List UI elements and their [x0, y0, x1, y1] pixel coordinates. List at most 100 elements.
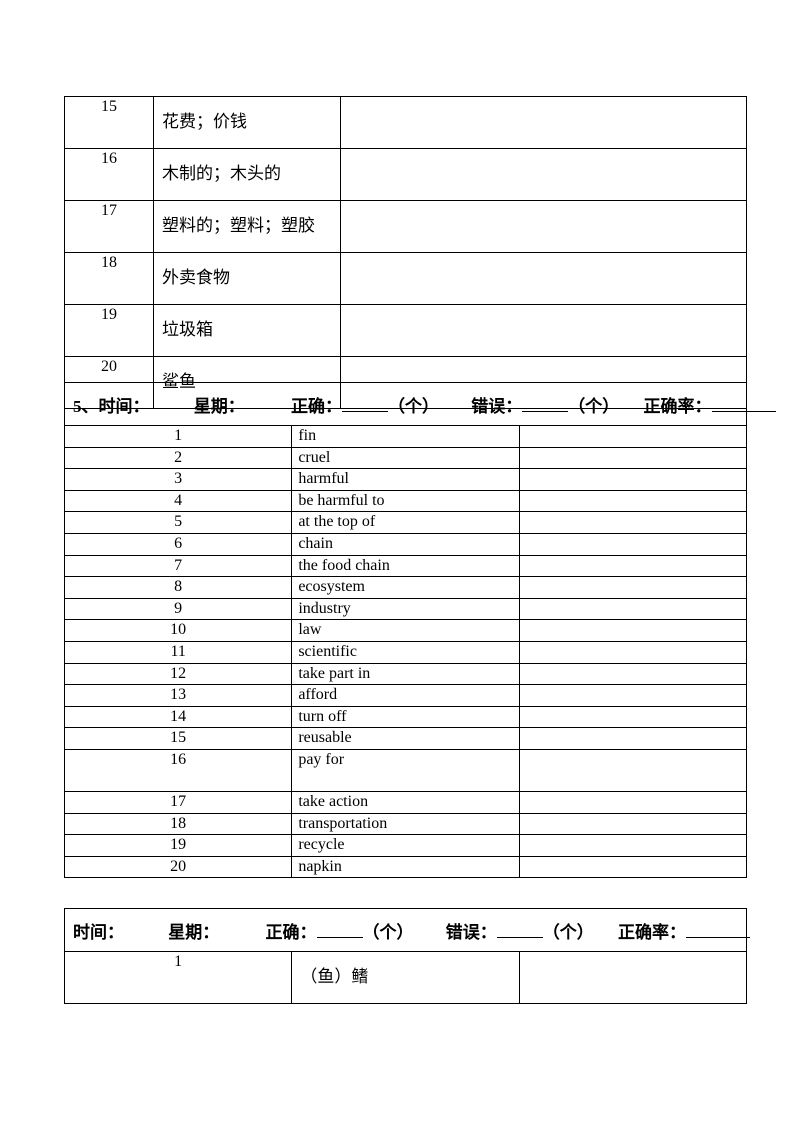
vocab-word: scientific — [291, 640, 520, 664]
vocab-word: （鱼）鳍 — [291, 951, 520, 1004]
answer-cell[interactable] — [518, 532, 748, 556]
answer-cell[interactable] — [340, 252, 747, 305]
item-number: 6 — [63, 532, 293, 556]
table-row: 12 take part in — [63, 662, 748, 686]
correct-label: 正确： — [265, 922, 317, 942]
item-number: 13 — [63, 684, 293, 707]
correct-count-blank[interactable] — [342, 397, 388, 412]
answer-cell[interactable] — [518, 855, 748, 879]
answer-cell[interactable] — [518, 425, 748, 448]
answer-cell[interactable] — [518, 446, 748, 470]
wrong-unit: （个） — [542, 922, 594, 942]
table-row: 3 harmful — [63, 468, 748, 491]
vocab-word: 塑料的；塑料；塑胶 — [153, 200, 341, 253]
answer-cell[interactable] — [518, 576, 748, 599]
table-row: 5 at the top of — [63, 511, 748, 534]
answer-cell[interactable] — [518, 640, 748, 664]
vocab-word: afford — [291, 684, 520, 707]
answer-cell[interactable] — [340, 148, 747, 201]
item-number: 17 — [63, 790, 293, 814]
table-row: 10 law — [63, 619, 748, 642]
answer-cell[interactable] — [518, 554, 748, 578]
answer-cell[interactable] — [518, 468, 748, 491]
answer-cell[interactable] — [518, 705, 748, 729]
table-row: 6 chain — [63, 532, 748, 556]
answer-cell[interactable] — [518, 812, 748, 836]
correct-unit: （个） — [362, 922, 414, 942]
item-number: 20 — [63, 855, 293, 879]
vocab-word: 外卖食物 — [153, 252, 341, 305]
vocab-table-chinese-continued: 15 花费；价钱 16 木制的；木头的 17 塑料的；塑料；塑胶 18 外卖食物 19 垃圾箱 20… — [64, 96, 747, 409]
item-number: 4 — [63, 489, 293, 513]
answer-cell[interactable] — [518, 489, 748, 513]
table-row: 19 recycle — [63, 834, 748, 857]
vocab-word: ecosystem — [291, 576, 520, 599]
vocab-word: recycle — [291, 834, 520, 857]
quiz-header: 时间： 星期： 正确： （个） 错误： （个） 正确率： — [64, 908, 750, 952]
table-row: 1 fin — [63, 425, 748, 448]
table-row: 17 塑料的；塑料；塑胶 — [64, 200, 747, 253]
item-number: 18 — [63, 812, 293, 836]
table-row: 9 industry — [63, 597, 748, 621]
item-number: 16 — [63, 748, 293, 792]
answer-cell[interactable] — [518, 748, 748, 792]
time-label: 时间： — [73, 922, 124, 942]
table-row: 20 napkin — [63, 855, 748, 879]
answer-cell[interactable] — [518, 511, 748, 534]
wrong-count-blank[interactable] — [496, 923, 543, 938]
answer-cell[interactable] — [340, 96, 747, 149]
table-row: 11 scientific — [63, 640, 748, 664]
answer-cell[interactable] — [340, 200, 747, 253]
answer-cell[interactable] — [518, 727, 748, 750]
vocab-word: the food chain — [291, 554, 520, 578]
table-row: 16 pay for — [63, 748, 748, 792]
answer-cell[interactable] — [518, 662, 748, 686]
table-row: 17 take action — [63, 790, 748, 814]
correct-unit: （个） — [388, 396, 439, 416]
table-row: 16 木制的；木头的 — [64, 148, 747, 201]
vocab-table-chinese-new: 时间： 星期： 正确： （个） 错误： （个） 正确率： 1 （鱼）鳍 — [63, 908, 750, 1004]
vocab-word: 垃圾箱 — [153, 304, 341, 357]
vocab-word: reusable — [291, 727, 520, 750]
answer-cell[interactable] — [340, 304, 747, 357]
item-number: 16 — [64, 148, 154, 201]
vocab-word: 花费；价钱 — [153, 96, 341, 149]
vocab-word: at the top of — [291, 511, 520, 534]
weekday-label: 星期： — [168, 922, 220, 942]
wrong-count-blank[interactable] — [522, 397, 569, 412]
item-number: 1 — [63, 425, 293, 448]
vocab-word: transportation — [291, 812, 520, 836]
answer-cell[interactable] — [518, 790, 748, 814]
item-number: 5 — [63, 511, 293, 534]
answer-cell[interactable] — [518, 684, 748, 707]
vocab-table-5-english: 5、时间： 星期： 正确： （个） 错误： （个） 正确率： 1 fin 2 cruel 3… — [63, 382, 776, 879]
answer-cell[interactable] — [518, 619, 748, 642]
item-number: 1 — [63, 951, 293, 1004]
vocab-word: napkin — [291, 855, 520, 879]
item-number: 19 — [63, 834, 293, 857]
table-row: 4 be harmful to — [63, 489, 748, 513]
answer-cell[interactable] — [518, 951, 748, 1004]
answer-cell[interactable] — [518, 597, 748, 621]
item-number: 11 — [63, 640, 293, 664]
vocab-word: fin — [291, 425, 520, 448]
table-row: 19 垃圾箱 — [64, 304, 747, 357]
table-row: 7 the food chain — [63, 554, 748, 578]
table-row: 13 afford — [63, 684, 748, 707]
wrong-unit: （个） — [568, 396, 620, 416]
table-row: 15 花费；价钱 — [64, 96, 747, 149]
answer-cell[interactable] — [518, 834, 748, 857]
item-number: 19 — [64, 304, 154, 357]
vocab-word: law — [291, 619, 520, 642]
weekday-label: 星期： — [193, 396, 245, 416]
vocab-word: industry — [291, 597, 520, 621]
vocab-word: be harmful to — [291, 489, 520, 513]
correct-count-blank[interactable] — [316, 923, 363, 938]
rate-label: 正确率： — [618, 922, 686, 942]
accuracy-rate-blank[interactable] — [711, 397, 776, 412]
accuracy-rate-blank[interactable] — [686, 923, 750, 938]
table-row: 14 turn off — [63, 705, 748, 729]
item-number: 17 — [64, 200, 154, 253]
item-number: 9 — [63, 597, 293, 621]
vocab-word: turn off — [291, 705, 520, 729]
